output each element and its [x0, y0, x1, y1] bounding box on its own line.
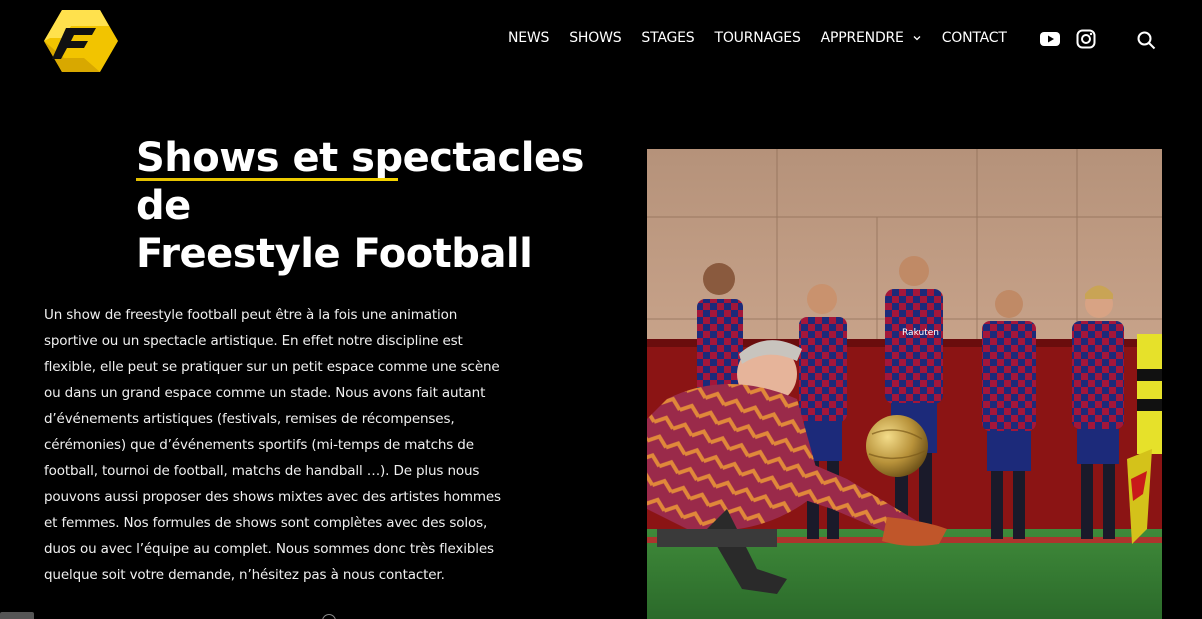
nav-tournages-label: TOURNAGES [714, 30, 801, 46]
title-underline [136, 178, 398, 181]
hero-jersey-text: Rakuten [902, 328, 939, 338]
nav-news-label: NEWS [508, 30, 550, 46]
chevron-down-icon [913, 36, 921, 41]
scroll-indicator[interactable] [322, 614, 336, 619]
nav-news[interactable]: NEWS [508, 30, 549, 46]
hero-illustration: Rakuten [647, 149, 1162, 619]
page-title-line2: Freestyle Football [136, 231, 533, 277]
nav-shows[interactable]: SHOWS [569, 30, 621, 46]
nav-shows-label: SHOWS [569, 30, 622, 46]
page-title: Shows et spectacles de Freestyle Footbal… [136, 134, 646, 278]
page-title-line1: Shows et spectacles de [136, 134, 646, 230]
nav-apprendre-label: APPRENDRE [820, 30, 904, 46]
nav-stages[interactable]: STAGES [641, 30, 694, 46]
social-links [1039, 28, 1111, 50]
hero-image: Rakuten [647, 149, 1162, 619]
nav-stages-label: STAGES [641, 30, 695, 46]
nav-tournages[interactable]: TOURNAGES [715, 30, 801, 46]
intro-paragraph: Un show de freestyle football peut être … [44, 307, 501, 583]
corner-tab[interactable] [0, 612, 34, 619]
page-title-line1-text: Shows et spectacles de [136, 135, 584, 229]
nav-contact[interactable]: CONTACT [942, 30, 1007, 46]
page: NEWS SHOWS STAGES TOURNAGES APPRENDRE CO… [0, 0, 1202, 619]
nav-apprendre[interactable]: APPRENDRE [821, 30, 922, 46]
nav-contact-label: CONTACT [941, 30, 1007, 46]
instagram-icon[interactable] [1075, 28, 1097, 50]
youtube-icon[interactable] [1039, 28, 1061, 50]
main-nav: NEWS SHOWS STAGES TOURNAGES APPRENDRE CO… [508, 30, 1027, 46]
site-logo[interactable] [44, 8, 118, 74]
search-icon[interactable] [1136, 30, 1156, 50]
